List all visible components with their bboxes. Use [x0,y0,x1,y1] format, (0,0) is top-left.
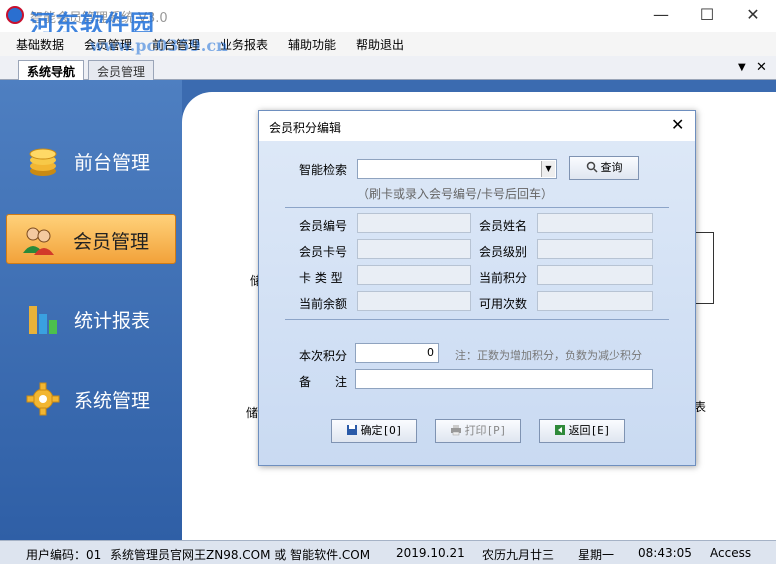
available-times-field [537,291,653,311]
status-lunar-date: 农历九月廿三 [482,548,555,562]
available-times-label: 可用次数 [479,297,528,311]
background-text: 储 [246,406,259,420]
maximize-button[interactable]: ☐ [684,0,730,32]
points-note: 注：正数为增加积分，负数为减少积分 [455,349,642,362]
sidebar-item-system[interactable]: 系统管理 [0,370,182,426]
points-input[interactable]: 0 [355,343,439,363]
sidebar-item-reports[interactable]: 统计报表 [0,290,182,346]
menu-help-exit[interactable]: 帮助退出 [356,36,404,53]
member-name-label: 会员姓名 [479,219,528,233]
search-label: 智能检索 [299,163,348,177]
member-no-label: 会员编号 [299,219,348,233]
print-button[interactable]: 打印[P] [435,419,521,443]
dialog-title: 会员积分编辑 [269,121,342,135]
status-bar: 用户编码：01 系统管理员官网王ZN98.COM 或 智能软件.COM 2019… [0,540,776,564]
remark-label: 备 注 [299,375,348,389]
menu-basic-data[interactable]: 基础数据 [16,36,64,53]
member-name-field [537,213,653,233]
sidebar-item-label: 前台管理 [74,152,151,174]
divider [285,319,669,320]
member-level-field [537,239,653,259]
tab-system-navigation[interactable]: 系统导航 [18,60,85,80]
minimize-button[interactable]: — [638,0,684,32]
card-no-label: 会员卡号 [299,245,348,259]
status-company: 系统管理员官网王ZN98.COM 或 智能软件.COM [110,548,371,562]
save-icon [346,425,357,435]
chevron-down-icon[interactable]: ▼ [738,62,746,73]
app-icon [6,6,24,24]
status-weekday: 星期一 [578,548,615,562]
gear-icon [26,382,60,416]
current-balance-field [357,291,471,311]
dialog-title-bar: 会员积分编辑 ✕ [259,111,695,141]
status-database: Access [710,546,752,560]
current-points-label: 当前积分 [479,271,528,285]
back-button-label: 返回[E] [568,424,611,437]
card-no-field [357,239,471,259]
print-button-label: 打印[P] [464,424,507,437]
bar-chart-icon [29,306,57,334]
printer-icon [450,425,461,436]
sidebar-item-label: 统计报表 [74,310,151,332]
confirm-button-label: 确定[O] [360,424,403,437]
sidebar-item-member[interactable]: 会员管理 [6,214,176,264]
watermark-url: www.pc0359.cn [90,36,228,55]
back-icon [554,425,565,435]
member-level-label: 会员级别 [479,245,528,259]
sidebar-item-front-desk[interactable]: 前台管理 [0,132,182,188]
member-no-field [357,213,471,233]
sidebar-item-label: 系统管理 [74,390,151,412]
back-button[interactable]: 返回[E] [539,419,625,443]
menu-auxiliary[interactable]: 辅助功能 [288,36,336,53]
users-icon [23,227,54,255]
title-bar: 智能会员管理系统 V3.0 河东软件园 — ☐ ✕ [0,0,776,38]
current-points-field [537,265,653,285]
close-icon[interactable]: ✕ [671,115,684,134]
dialog-body: 智能检索 ▼ 查询 （刷卡或录入会号编号/卡号后回车） 会员编号 会员姓名 会员… [259,141,695,465]
card-type-field [357,265,471,285]
chevron-down-icon[interactable]: ▼ [541,161,555,177]
search-button[interactable]: 查询 [569,156,639,180]
search-hint: （刷卡或录入会号编号/卡号后回车） [357,187,554,201]
status-time: 08:43:05 [638,546,692,560]
points-edit-dialog: 会员积分编辑 ✕ 智能检索 ▼ 查询 （刷卡或录入会号编号/卡号后回车） 会员编… [258,110,696,466]
card-type-label: 卡 类 型 [299,271,343,285]
status-user: 用户编码：01 [26,548,102,562]
status-date: 2019.10.21 [396,546,465,560]
confirm-button[interactable]: 确定[O] [331,419,417,443]
coins-icon [29,148,57,176]
tab-bar: 系统导航 会员管理 ▼ ✕ [0,56,776,80]
sidebar: 前台管理 会员管理 统计报表 系统管理 [0,80,182,540]
magnifier-icon [586,161,598,173]
tab-member-management[interactable]: 会员管理 [88,60,155,80]
divider [285,207,669,208]
close-icon[interactable]: ✕ [756,60,767,75]
search-button-label: 查询 [600,161,623,174]
current-balance-label: 当前余额 [299,297,348,311]
points-label: 本次积分 [299,349,348,363]
close-window-button[interactable]: ✕ [730,0,776,32]
remark-input[interactable] [355,369,653,389]
search-combobox[interactable] [357,159,557,179]
sidebar-item-label: 会员管理 [73,231,150,253]
